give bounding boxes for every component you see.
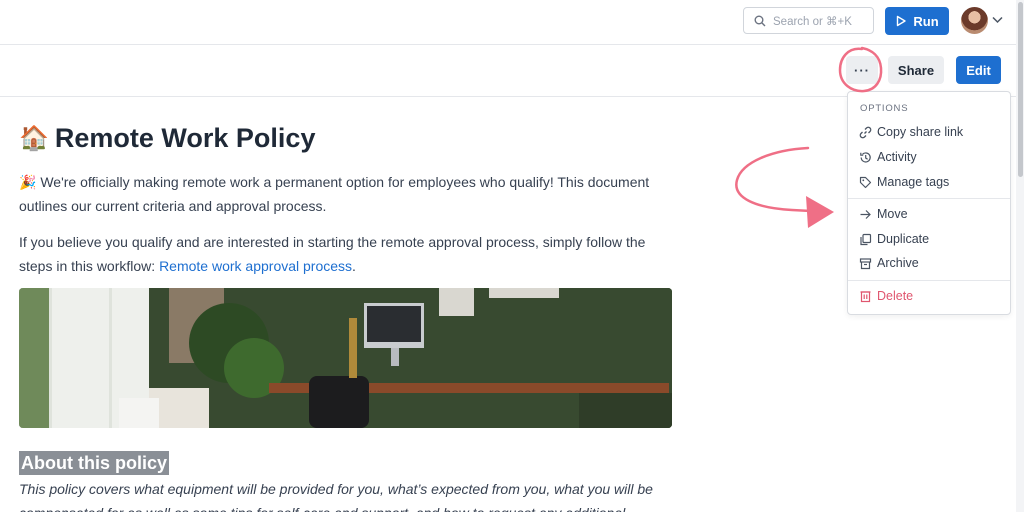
menu-item-activity[interactable]: Activity xyxy=(859,147,917,167)
page-title: 🏠 Remote Work Policy xyxy=(19,118,679,158)
menu-item-delete[interactable]: Delete xyxy=(859,286,913,306)
play-icon xyxy=(897,15,907,27)
edit-button[interactable]: Edit xyxy=(956,56,1001,84)
workflow-paragraph: If you believe you qualify and are inter… xyxy=(19,230,679,278)
menu-item-manage-tags[interactable]: Manage tags xyxy=(859,172,949,192)
menu-item-label: Delete xyxy=(877,289,914,303)
office-illustration xyxy=(19,288,672,428)
history-icon xyxy=(860,151,871,163)
document-toolbar: ··· Share Edit xyxy=(0,46,1024,97)
trash-icon xyxy=(860,290,871,302)
top-bar: Search or ⌘+K Run xyxy=(0,0,1024,45)
scrollbar-thumb[interactable] xyxy=(1018,2,1023,177)
run-label: Run xyxy=(913,13,939,29)
chevron-down-icon[interactable] xyxy=(992,16,1003,24)
scrollbar[interactable] xyxy=(1016,0,1024,512)
intro-paragraph: 🎉 We're officially making remote work a … xyxy=(19,170,679,218)
search-placeholder: Search or ⌘+K xyxy=(773,15,852,28)
more-options-button[interactable]: ··· xyxy=(846,56,878,84)
menu-item-label: Move xyxy=(877,207,908,221)
link-icon xyxy=(859,126,872,138)
options-menu: OPTIONS Copy share link Activity Manage … xyxy=(847,91,1011,315)
avatar[interactable] xyxy=(961,7,988,34)
arrowhead-annotation xyxy=(806,196,834,228)
menu-item-copy-share-link[interactable]: Copy share link xyxy=(859,122,963,142)
policy-paragraph: This policy covers what equipment will b… xyxy=(19,481,653,512)
house-icon: 🏠 xyxy=(19,124,49,152)
workflow-period: . xyxy=(352,258,356,274)
run-button[interactable]: Run xyxy=(885,7,949,35)
menu-item-archive[interactable]: Archive xyxy=(859,253,919,273)
menu-heading: OPTIONS xyxy=(860,103,909,114)
menu-item-label: Activity xyxy=(877,150,917,164)
curved-arrow-annotation xyxy=(735,146,832,214)
intro-text: We're officially making remote work a pe… xyxy=(19,174,650,214)
menu-item-label: Manage tags xyxy=(877,175,950,189)
tag-icon xyxy=(859,176,872,188)
arrow-right-icon xyxy=(860,209,871,219)
menu-item-move[interactable]: Move xyxy=(859,204,908,224)
menu-item-duplicate[interactable]: Duplicate xyxy=(859,229,929,249)
menu-item-label: Copy share link xyxy=(877,125,964,139)
copy-icon xyxy=(860,233,872,245)
search-icon xyxy=(754,15,766,26)
menu-item-label: Duplicate xyxy=(877,232,930,246)
page-title-text: Remote Work Policy xyxy=(54,122,316,153)
menu-item-label: Archive xyxy=(877,256,919,270)
archive-icon xyxy=(859,257,872,269)
menu-divider xyxy=(848,280,1010,281)
party-icon: 🎉 xyxy=(19,174,37,190)
search-input[interactable]: Search or ⌘+K xyxy=(743,7,874,34)
section-heading: About this policy xyxy=(19,451,169,475)
document-body: 🏠 Remote Work Policy 🎉 We're officially … xyxy=(19,118,679,512)
office-image xyxy=(19,288,672,428)
share-button[interactable]: Share xyxy=(888,56,944,84)
menu-divider xyxy=(848,198,1010,199)
workflow-link[interactable]: Remote work approval process xyxy=(159,258,352,274)
